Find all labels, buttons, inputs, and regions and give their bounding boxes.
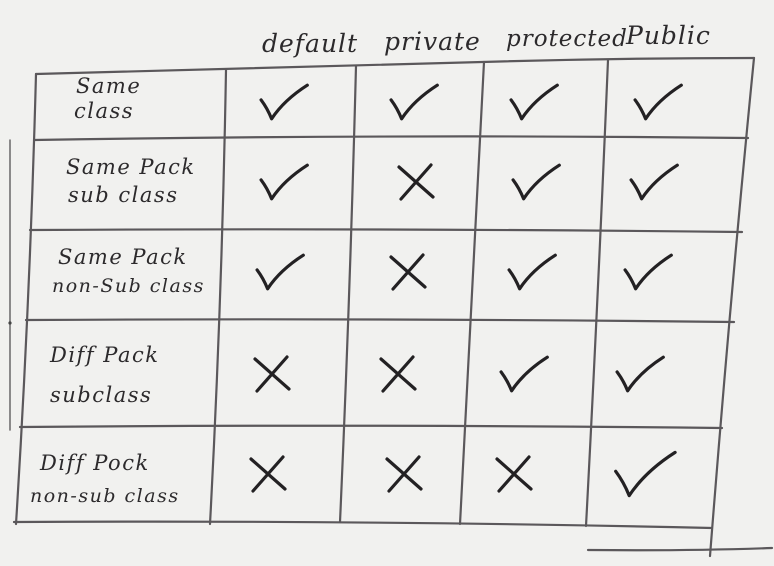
grid-line-left (14, 72, 38, 526)
row-4-label-line1: Diff Pock (39, 451, 150, 475)
check-mark-icon (511, 163, 561, 201)
cross-mark-icon (379, 355, 417, 393)
check-mark-icon (629, 163, 679, 201)
underline-stroke (586, 546, 774, 552)
access-table-grid (12, 56, 774, 558)
access-marks (249, 83, 683, 498)
grid-line-right (708, 56, 756, 558)
grid-line-h2 (28, 228, 744, 234)
cross-mark-icon (389, 253, 427, 291)
row-2-label-line2: non-Sub class (52, 275, 205, 297)
board-dot (8, 321, 12, 325)
check-mark-icon (633, 83, 683, 121)
grid-line-h3 (24, 318, 736, 324)
cross-mark-icon (385, 455, 423, 493)
row-4-label-line2: non-sub class (30, 485, 180, 507)
check-mark-icon (389, 83, 439, 121)
grid-line-v2 (338, 64, 358, 524)
check-mark-icon (507, 253, 557, 291)
column-headers: default private protected Public (262, 21, 711, 58)
row-0-label-line2: class (74, 99, 134, 123)
cross-mark-icon (253, 355, 291, 393)
row-3-label-line2: subclass (50, 383, 152, 407)
grid-line-v4 (584, 58, 610, 528)
cross-mark-icon (397, 163, 435, 201)
check-mark-icon (623, 253, 673, 291)
cross-mark-icon (249, 455, 287, 493)
column-header-default: default (262, 29, 358, 58)
check-mark-icon (259, 83, 309, 121)
row-1-label-line2: sub class (68, 183, 178, 207)
check-mark-icon (499, 355, 549, 393)
grid-line-top (34, 56, 756, 76)
cross-mark-icon (495, 455, 533, 493)
grid-line-bottom (12, 520, 714, 530)
check-mark-icon (509, 83, 559, 121)
check-mark-icon (259, 163, 309, 201)
check-mark-icon (615, 355, 665, 393)
row-3-label-line1: Diff Pack (49, 343, 159, 367)
row-0-label-line1: Same (76, 74, 141, 98)
whiteboard: default private protected Public Same cl… (8, 21, 774, 558)
grid-line-h4 (18, 424, 724, 430)
grid-line-h1 (32, 135, 750, 142)
column-header-public: Public (625, 21, 711, 50)
grid-line-v3 (458, 60, 486, 526)
check-mark-icon (614, 450, 677, 498)
column-header-private: private (384, 27, 481, 56)
row-2-label-line1: Same Pack (58, 245, 188, 269)
check-mark-icon (255, 253, 305, 291)
column-header-protected: protected (506, 26, 628, 52)
row-1-label-line1: Same Pack (66, 155, 196, 179)
